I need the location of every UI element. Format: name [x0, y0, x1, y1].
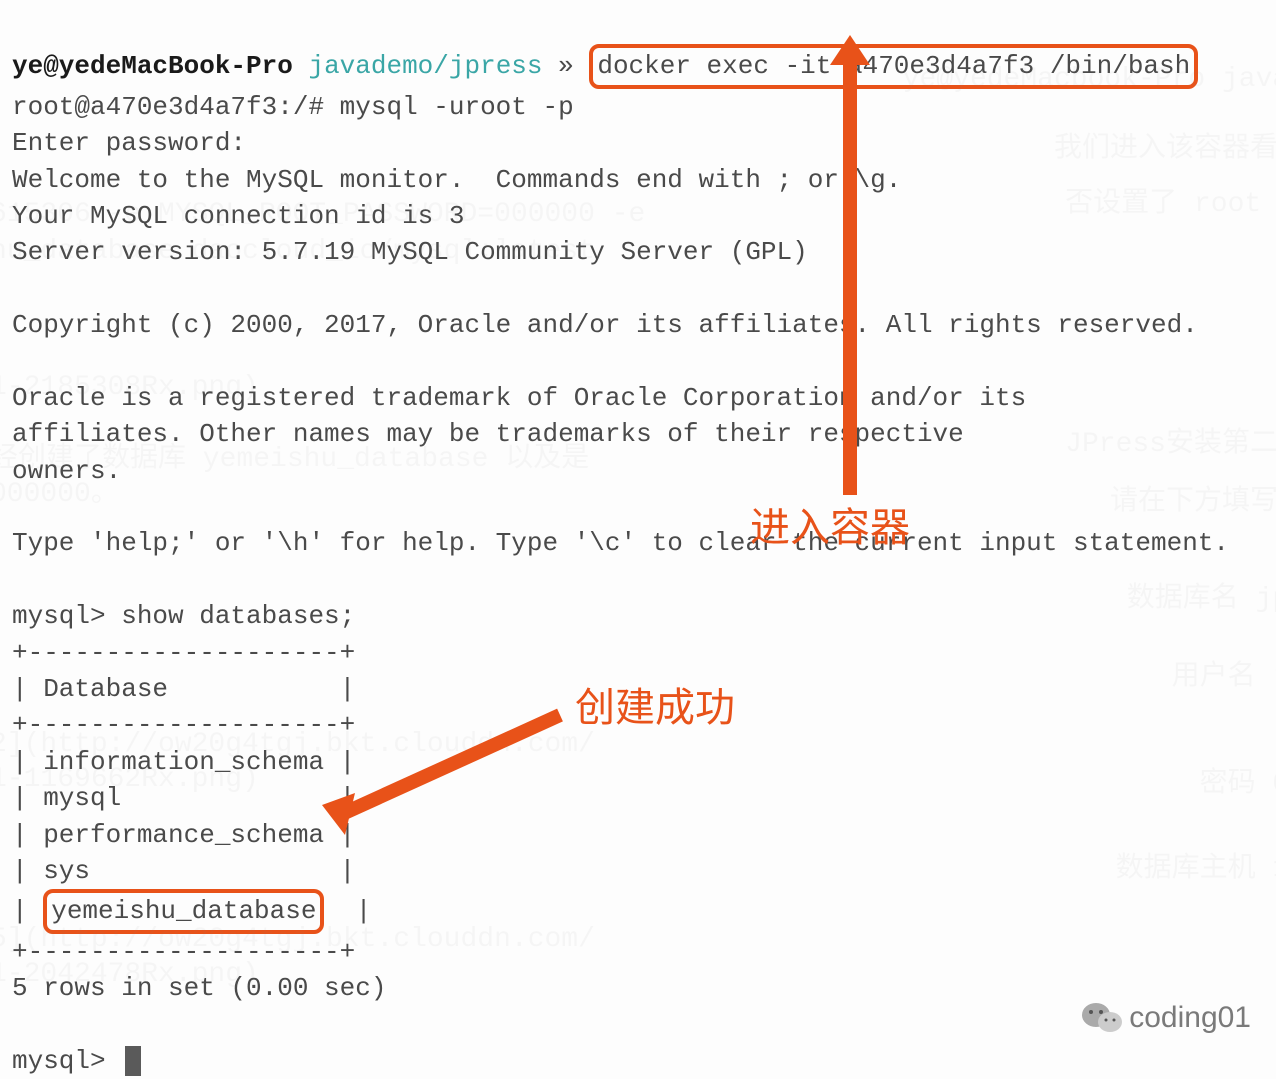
wechat-icon — [1081, 1001, 1123, 1035]
db-row-pipe: | — [12, 896, 28, 926]
highlighted-database: yemeishu_database — [43, 889, 324, 933]
terminal-line: Welcome to the MySQL monitor. Commands e… — [12, 165, 901, 195]
terminal-line: mysql> — [12, 1046, 121, 1076]
terminal-output: ye@yedeMacBook-Pro javademo/jpress » doc… — [12, 8, 1264, 1079]
prompt-user-host: ye@yedeMacBook-Pro — [12, 51, 293, 81]
docker-command: docker exec -it a470e3d4a7f3 /bin/bash — [597, 51, 1190, 81]
terminal-line: Enter password: — [12, 128, 246, 158]
terminal-line: +--------------------+ — [12, 937, 355, 967]
terminal-line: affiliates. Other names may be trademark… — [12, 419, 964, 449]
terminal-line: +--------------------+ — [12, 710, 355, 740]
terminal-line: mysql> show databases; — [12, 601, 355, 631]
terminal-line: | information_schema | — [12, 747, 355, 777]
terminal-line: Server version: 5.7.19 MySQL Community S… — [12, 237, 808, 267]
terminal-line: Oracle is a registered trademark of Orac… — [12, 383, 1026, 413]
database-name: yemeishu_database — [51, 896, 316, 926]
terminal-line: | performance_schema | — [12, 820, 355, 850]
annotation-create-success: 创建成功 — [575, 680, 735, 736]
highlighted-command: docker exec -it a470e3d4a7f3 /bin/bash — [589, 44, 1198, 88]
terminal-line: root@a470e3d4a7f3:/# mysql -uroot -p — [12, 92, 574, 122]
terminal-line: Copyright (c) 2000, 2017, Oracle and/or … — [12, 310, 1198, 340]
prompt-path: javademo/jpress — [308, 51, 542, 81]
cursor-icon — [125, 1046, 141, 1076]
watermark-text: coding01 — [1129, 997, 1251, 1039]
terminal-line: Your MySQL connection id is 3 — [12, 201, 464, 231]
terminal-line: +--------------------+ — [12, 638, 355, 668]
terminal-line: owners. — [12, 456, 121, 486]
terminal-line: | sys | — [12, 856, 355, 886]
db-row-pipe-end: | — [356, 896, 372, 926]
terminal-line: Type 'help;' or '\h' for help. Type '\c'… — [12, 528, 1229, 558]
watermark-corner: coding01 — [1081, 997, 1251, 1039]
terminal-line: | mysql | — [12, 783, 355, 813]
terminal-line: | Database | — [12, 674, 355, 704]
prompt-separator: » — [558, 51, 574, 81]
annotation-enter-container: 进入容器 — [750, 500, 910, 556]
terminal-line: 5 rows in set (0.00 sec) — [12, 973, 386, 1003]
